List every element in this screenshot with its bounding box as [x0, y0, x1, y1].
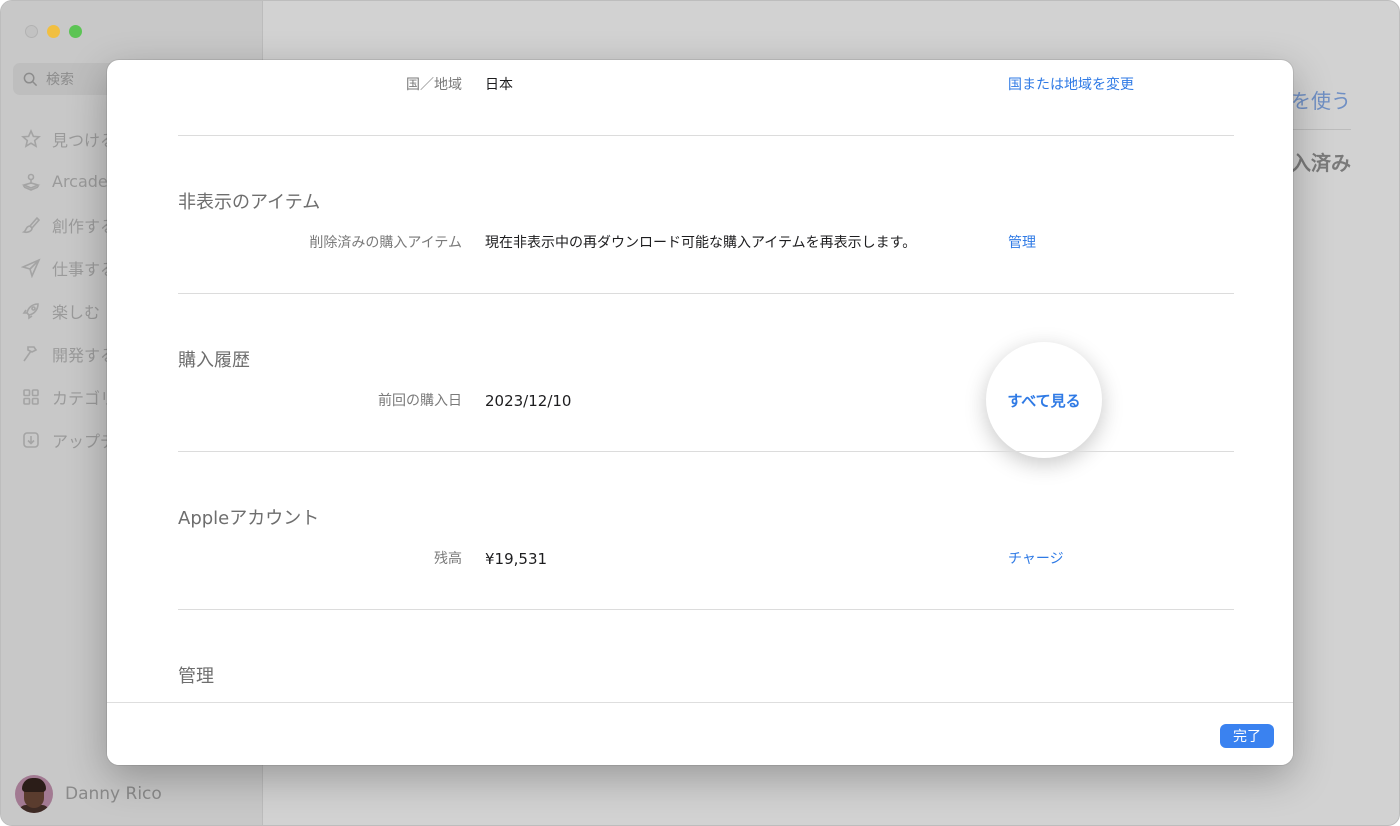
- star-icon: [21, 128, 41, 149]
- country-region-row: 国／地域 日本 国または地域を変更: [107, 73, 1293, 97]
- zoom-window-button[interactable]: [69, 25, 82, 38]
- account-info-sheet: 国／地域 日本 国または地域を変更 非表示のアイテム 削除済みの購入アイテム 現…: [107, 60, 1293, 765]
- grid-icon: [21, 387, 41, 407]
- section-divider: [178, 293, 1234, 294]
- hidden-items-heading: 非表示のアイテム: [178, 192, 321, 213]
- balance-label: 残高: [434, 551, 462, 567]
- window-controls: [25, 25, 82, 38]
- country-region-label: 国／地域: [406, 77, 462, 93]
- last-purchase-label: 前回の購入日: [378, 393, 462, 409]
- section-divider: [178, 135, 1234, 136]
- country-region-value: 日本: [485, 77, 513, 93]
- joystick-icon: [21, 172, 41, 192]
- balance-value: ¥19,531: [485, 550, 548, 568]
- background-link: を使う: [1291, 89, 1351, 113]
- see-all-purchases-link[interactable]: すべて見る: [986, 342, 1102, 458]
- apple-account-heading: Appleアカウント: [178, 508, 320, 529]
- avatar: [15, 775, 53, 813]
- done-button[interactable]: 完了: [1220, 724, 1274, 748]
- hidden-purchases-label: 削除済みの購入アイテム: [309, 235, 462, 251]
- hammer-icon: [21, 344, 41, 364]
- add-funds-link[interactable]: チャージ: [1008, 547, 1064, 571]
- brush-icon: [21, 215, 41, 235]
- sheet-footer: 完了: [107, 702, 1293, 765]
- search-icon: [23, 72, 38, 86]
- user-name: Danny Rico: [65, 784, 162, 804]
- hidden-purchases-description: 現在非表示中の再ダウンロード可能な購入アイテムを再表示します。: [485, 235, 917, 251]
- manage-heading: 管理: [178, 666, 214, 687]
- hidden-purchases-row: 削除済みの購入アイテム 現在非表示中の再ダウンロード可能な購入アイテムを再表示し…: [107, 231, 1293, 255]
- purchase-history-heading: 購入履歴: [178, 350, 250, 371]
- last-purchase-date: 2023/12/10: [485, 392, 572, 410]
- sidebar-item-label: Arcade: [52, 172, 108, 191]
- close-window-button[interactable]: [25, 25, 38, 38]
- search-placeholder: 検索: [46, 72, 74, 88]
- sheet-scroll-area[interactable]: 国／地域 日本 国または地域を変更 非表示のアイテム 削除済みの購入アイテム 現…: [107, 60, 1293, 702]
- rocket-icon: [21, 301, 41, 321]
- last-purchase-row: 前回の購入日 2023/12/10: [107, 389, 1293, 413]
- download-icon: [21, 430, 41, 450]
- section-divider: [178, 609, 1234, 610]
- background-heading: 入済み: [1291, 151, 1351, 175]
- balance-row: 残高 ¥19,531 チャージ: [107, 547, 1293, 571]
- background-divider: [1293, 129, 1351, 130]
- paperplane-icon: [21, 257, 41, 278]
- minimize-window-button[interactable]: [47, 25, 60, 38]
- change-country-region-link[interactable]: 国または地域を変更: [1008, 73, 1134, 97]
- manage-hidden-purchases-link[interactable]: 管理: [1008, 231, 1036, 255]
- sidebar-item-label: 楽しむ: [52, 302, 101, 322]
- section-divider: [178, 451, 1234, 452]
- account-button[interactable]: Danny Rico: [15, 775, 162, 813]
